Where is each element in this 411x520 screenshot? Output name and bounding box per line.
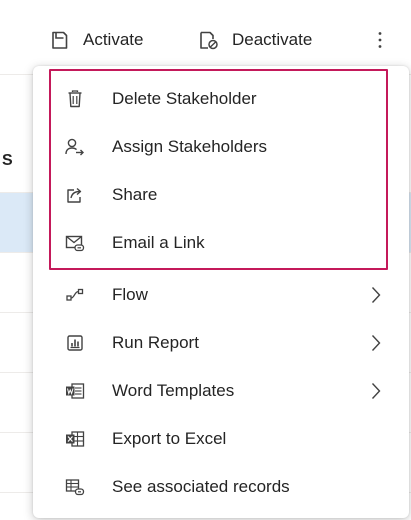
menu-item-word-templates[interactable]: Word Templates — [33, 367, 409, 415]
word-icon — [65, 381, 85, 401]
menu-item-label: Email a Link — [112, 233, 205, 252]
menu-item-flow[interactable]: Flow — [33, 271, 409, 319]
menu-item-label: Delete Stakeholder — [112, 89, 257, 108]
overflow-menu: Delete Stakeholder Assign Stakeholders S… — [33, 66, 409, 518]
menu-item-delete-stakeholder[interactable]: Delete Stakeholder — [33, 75, 409, 123]
more-vertical-icon — [378, 31, 382, 49]
chevron-right-icon — [369, 381, 383, 401]
chevron-right-icon — [369, 285, 383, 305]
menu-item-share[interactable]: Share — [33, 171, 409, 219]
activate-button[interactable]: Activate — [49, 26, 143, 54]
menu-item-label: Assign Stakeholders — [112, 137, 267, 156]
activate-label: Activate — [83, 30, 144, 49]
menu-item-label: Export to Excel — [112, 429, 227, 448]
deactivate-button[interactable]: Deactivate — [198, 26, 312, 54]
deactivate-icon — [198, 29, 220, 51]
menu-item-label: Share — [112, 185, 158, 204]
more-commands-button[interactable] — [370, 26, 390, 54]
menu-item-label: Word Templates — [112, 381, 235, 400]
email-link-icon — [65, 233, 85, 253]
delete-icon — [65, 89, 85, 109]
share-icon — [65, 185, 85, 205]
deactivate-label: Deactivate — [232, 30, 313, 49]
menu-item-label: Flow — [112, 285, 148, 304]
chevron-right-icon — [369, 333, 383, 353]
menu-item-export-to-excel[interactable]: Export to Excel — [33, 415, 409, 463]
menu-item-email-a-link[interactable]: Email a Link — [33, 219, 409, 267]
menu-item-assign-stakeholders[interactable]: Assign Stakeholders — [33, 123, 409, 171]
excel-icon — [65, 429, 85, 449]
menu-item-run-report[interactable]: Run Report — [33, 319, 409, 367]
command-bar: Activate Deactivate — [0, 0, 411, 76]
menu-item-see-associated-records[interactable]: See associated records — [33, 463, 409, 511]
menu-item-label: Run Report — [112, 333, 199, 352]
assign-person-icon — [65, 137, 85, 157]
associated-records-icon — [65, 477, 85, 497]
background-section-label: S — [2, 152, 13, 169]
activate-icon — [49, 29, 71, 51]
report-icon — [65, 333, 85, 353]
flow-icon — [65, 285, 85, 305]
menu-item-label: See associated records — [112, 477, 290, 496]
